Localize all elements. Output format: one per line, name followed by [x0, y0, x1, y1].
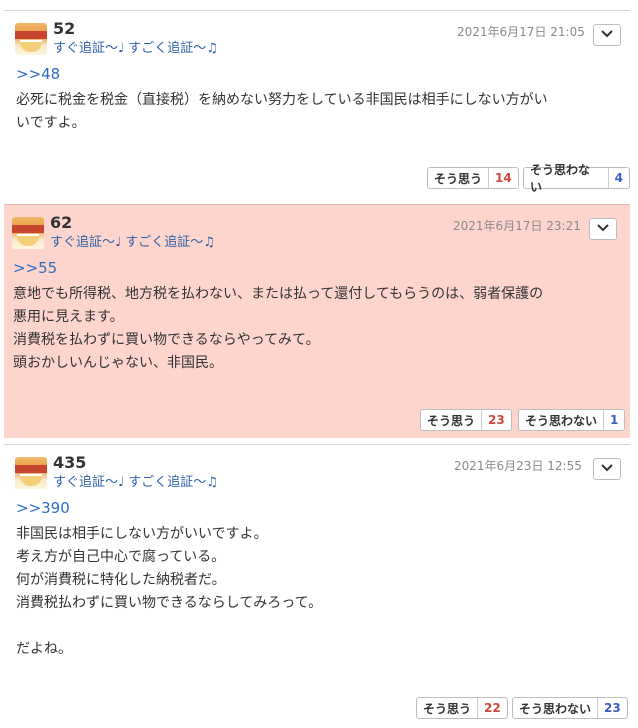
comment-post: 435 すぐ追証～♩ すごく追証～♫ 2021年6月23日 12:55 >>39… — [4, 444, 630, 728]
user-tag[interactable]: すぐ追証～♩ すごく追証～♫ — [53, 37, 218, 56]
avatar[interactable] — [15, 457, 47, 489]
avatar[interactable] — [12, 217, 44, 249]
body-line: 非国民は相手にしない方がいいですよ。 — [16, 526, 268, 542]
avatar[interactable] — [15, 23, 47, 55]
body-line: 消費税を払わずに買い物できるならやってみて。 — [13, 332, 320, 348]
disagree-button[interactable]: そう思わない 4 — [523, 163, 630, 194]
body-line: 悪用に見えます。 — [13, 309, 124, 325]
user-tag[interactable]: すぐ追証～♩ すごく追証～♫ — [50, 231, 215, 250]
agree-count: 14 — [488, 168, 518, 188]
body-line: 考え方が自己中心で腐っている。 — [16, 549, 226, 565]
agree-label: そう思う — [427, 413, 476, 428]
agree-count: 23 — [481, 410, 511, 430]
disagree-button[interactable]: そう思わない 23 — [512, 697, 628, 719]
body-line — [16, 615, 322, 638]
body-line: 必死に税金を税金（直接税）を納めない努力をしている非国民は相手にしない方がい — [16, 92, 548, 108]
disagree-count: 23 — [597, 698, 627, 718]
comment-number[interactable]: 62 — [50, 213, 72, 232]
reply-link[interactable]: >>55 — [13, 259, 57, 277]
comment-post: 52 すぐ追証～♩ すごく追証～♫ 2021年6月17日 21:05 >>48 … — [4, 10, 630, 204]
user-tag[interactable]: すぐ追証～♩ すごく追証～♫ — [53, 471, 218, 490]
body-line: だよね。 — [16, 641, 72, 657]
post-menu-button[interactable] — [593, 458, 621, 480]
disagree-button[interactable]: そう思わない 1 — [518, 409, 626, 431]
disagree-count: 4 — [607, 168, 629, 188]
body-line: 何が消費税に特化した納税者だ。 — [16, 572, 226, 588]
reply-link[interactable]: >>390 — [16, 499, 70, 517]
agree-button[interactable]: そう思う 22 — [416, 697, 508, 719]
agree-label: そう思う — [434, 171, 483, 186]
disagree-label: そう思わない — [530, 163, 591, 194]
comment-body: 必死に税金を税金（直接税）を納めない努力をしている非国民は相手にしない方がい い… — [16, 89, 548, 135]
body-line: 頭おかしいんじゃない、非国民。 — [13, 355, 223, 371]
chevron-down-icon — [597, 224, 609, 232]
body-line: 意地でも所得税、地方税を払わない、または払って還付してもらうのは、弱者保護の — [13, 286, 544, 302]
body-line: いですよ。 — [16, 115, 86, 131]
chevron-down-icon — [601, 30, 613, 38]
disagree-label: そう思わない — [519, 701, 592, 716]
agree-label: そう思う — [423, 701, 472, 716]
reply-link[interactable]: >>48 — [16, 65, 60, 83]
comment-post-highlighted: 62 すぐ追証～♩ すごく追証～♫ 2021年6月17日 23:21 >>55 … — [4, 204, 630, 438]
body-line: 消費税払わずに買い物できるならしてみろって。 — [16, 595, 323, 611]
post-menu-button[interactable] — [593, 24, 621, 46]
disagree-count: 1 — [603, 410, 624, 430]
post-menu-button[interactable] — [589, 218, 617, 240]
comment-number[interactable]: 435 — [53, 453, 86, 472]
comment-number[interactable]: 52 — [53, 19, 75, 38]
chevron-down-icon — [601, 464, 613, 472]
post-date: 2021年6月23日 12:55 — [454, 459, 582, 473]
post-date: 2021年6月17日 21:05 — [457, 25, 585, 39]
comment-body: 非国民は相手にしない方がいいですよ。 考え方が自己中心で腐っている。 何が消費税… — [16, 523, 322, 661]
comment-body: 意地でも所得税、地方税を払わない、または払って還付してもらうのは、弱者保護の 悪… — [13, 283, 543, 375]
disagree-label: そう思わない — [525, 413, 598, 428]
agree-button[interactable]: そう思う 14 — [427, 167, 519, 189]
post-date: 2021年6月17日 23:21 — [453, 219, 581, 233]
agree-count: 22 — [477, 698, 507, 718]
agree-button[interactable]: そう思う 23 — [420, 409, 512, 431]
